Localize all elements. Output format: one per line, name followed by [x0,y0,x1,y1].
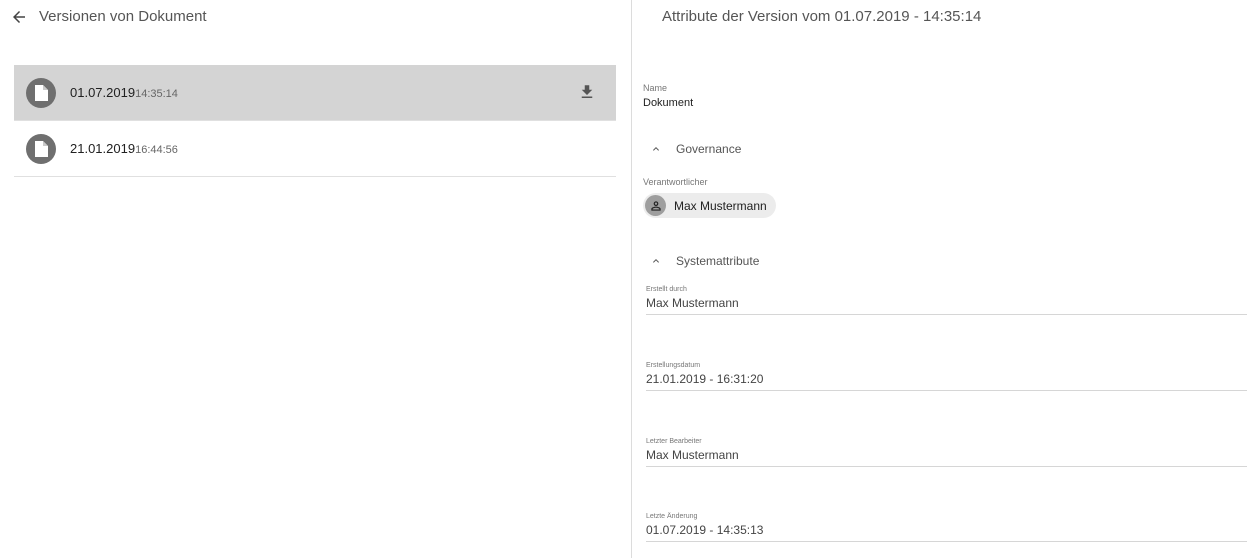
field-label: Letzte Änderung [646,513,698,520]
attributes-pane: Attribute der Version vom 01.07.2019 - 1… [632,0,1247,558]
name-label: Name [643,83,668,93]
field-value: Max Mustermann [646,296,739,310]
name-value: Dokument [643,97,694,109]
version-time: 14:35:14 [135,88,178,100]
last-modified-field[interactable]: Letzte Änderung 01.07.2019 - 14:35:13 [646,513,1247,542]
versions-header: Versionen von Dokument [0,0,631,34]
responsible-chip[interactable]: Max Mustermann [643,193,776,218]
responsible-name: Max Mustermann [674,198,767,213]
system-section-toggle[interactable]: Systemattribute [650,252,759,270]
system-label: Systemattribute [676,254,760,268]
field-label: Letzter Bearbeiter [646,438,702,445]
governance-section-toggle[interactable]: Governance [650,140,741,158]
name-field: Name Dokument [643,83,693,109]
file-icon [26,134,56,164]
chevron-up-icon [653,147,659,151]
version-label: 01.07.201914:35:14 [70,85,178,100]
version-time: 16:44:56 [135,144,178,156]
version-date: 01.07.2019 [70,85,136,100]
created-date-field[interactable]: Erstellungsdatum 21.01.2019 - 16:31:20 [646,362,1247,391]
download-icon[interactable] [578,83,596,101]
field-value: 21.01.2019 - 16:31:20 [646,372,764,386]
version-date: 21.01.2019 [70,141,136,156]
person-icon [645,195,666,216]
page-title: Versionen von Dokument [39,8,207,25]
responsible-label: Verantwortlicher [643,177,708,187]
field-label: Erstellt durch [646,286,687,293]
version-list: 01.07.201914:35:14 21.01.201916:44:56 [14,65,616,177]
file-icon [26,78,56,108]
attributes-title: Attribute der Version vom 01.07.2019 - 1… [662,8,982,25]
version-item[interactable]: 01.07.201914:35:14 [14,65,616,121]
chevron-up-icon [653,259,659,263]
last-editor-field[interactable]: Letzter Bearbeiter Max Mustermann [646,438,1247,467]
version-item[interactable]: 21.01.201916:44:56 [14,121,616,177]
field-value: 01.07.2019 - 14:35:13 [646,523,764,537]
version-label: 21.01.201916:44:56 [70,141,178,156]
app-root: Versionen von Dokument 01.07.201914:35:1… [0,0,1247,558]
field-label: Erstellungsdatum [646,362,701,369]
created-by-field[interactable]: Erstellt durch Max Mustermann [646,286,1247,315]
versions-pane: Versionen von Dokument 01.07.201914:35:1… [0,0,631,558]
field-value: Max Mustermann [646,448,739,462]
governance-label: Governance [676,142,742,156]
back-arrow-icon[interactable] [10,8,28,26]
